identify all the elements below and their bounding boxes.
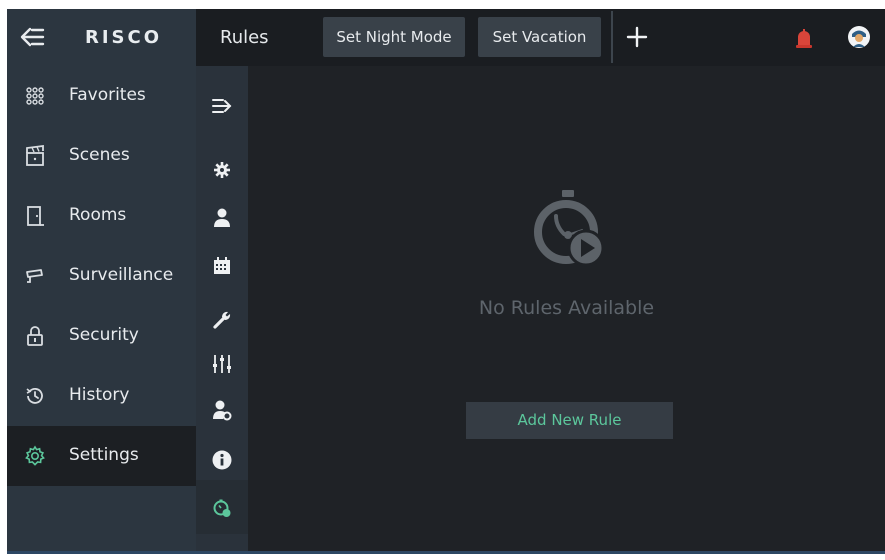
top-bar: RISCO Rules Set Night Mode Set Vacation <box>7 9 885 66</box>
sidebar-item-settings[interactable]: Settings <box>7 426 196 486</box>
sidebar-item-history[interactable]: History <box>7 366 196 426</box>
rules-main-panel: No Rules Available Add New Rule <box>248 66 885 554</box>
history-icon <box>26 388 43 404</box>
sliders-icon[interactable] <box>211 353 233 375</box>
calendar-icon[interactable] <box>211 255 233 277</box>
wrench-icon[interactable] <box>211 309 233 331</box>
clapperboard-icon <box>26 145 44 166</box>
add-new-rule-button[interactable]: Add New Rule <box>466 402 673 439</box>
siren-icon[interactable] <box>794 27 814 49</box>
sidebar-item-label: Favorites <box>69 85 146 105</box>
plus-icon[interactable] <box>626 26 648 48</box>
gear-icon <box>25 445 45 466</box>
brand-bar: RISCO <box>7 9 196 66</box>
sidebar-item-label: History <box>69 385 130 405</box>
door-icon <box>27 206 44 226</box>
risco-logo: RISCO <box>85 27 163 48</box>
arrow-left-icon[interactable] <box>19 26 45 48</box>
sidebar-item-rooms[interactable]: Rooms <box>7 186 196 246</box>
sidebar-item-scenes[interactable]: Scenes <box>7 126 196 186</box>
sidebar-item-label: Settings <box>69 445 139 465</box>
user-icon[interactable] <box>211 207 233 229</box>
set-vacation-button[interactable]: Set Vacation <box>478 17 601 57</box>
settings-icon-column <box>196 66 248 554</box>
sidebar-item-favorites[interactable]: Favorites <box>7 66 196 126</box>
lock-icon <box>27 326 43 346</box>
user-settings-icon[interactable] <box>211 399 233 421</box>
sidebar-item-label: Rooms <box>69 205 127 225</box>
camera-icon <box>26 269 43 283</box>
info-icon[interactable] <box>211 449 233 471</box>
empty-state-text: No Rules Available <box>478 297 655 319</box>
set-night-mode-button[interactable]: Set Night Mode <box>323 17 465 57</box>
header-divider <box>611 11 613 63</box>
sidebar-item-surveillance[interactable]: Surveillance <box>7 246 196 306</box>
bottom-border <box>7 551 885 554</box>
sidebar-item-label: Security <box>69 325 139 345</box>
page-title: Rules <box>220 27 269 48</box>
app-window: RISCO Rules Set Night Mode Set Vacation <box>7 9 885 554</box>
user-avatar-icon[interactable] <box>847 25 871 49</box>
sidebar-item-label: Surveillance <box>69 265 174 285</box>
gear-icon[interactable] <box>211 159 233 181</box>
sidebar-item-label: Scenes <box>69 145 130 165</box>
sidebar: Favorites Scenes Rooms Surveillance Secu… <box>7 66 196 554</box>
stopwatch-play-icon <box>534 190 605 267</box>
grid-dots-icon <box>26 87 44 105</box>
expand-arrow-icon[interactable] <box>211 95 233 117</box>
sidebar-item-security[interactable]: Security <box>7 306 196 366</box>
rules-icon[interactable] <box>211 497 233 519</box>
